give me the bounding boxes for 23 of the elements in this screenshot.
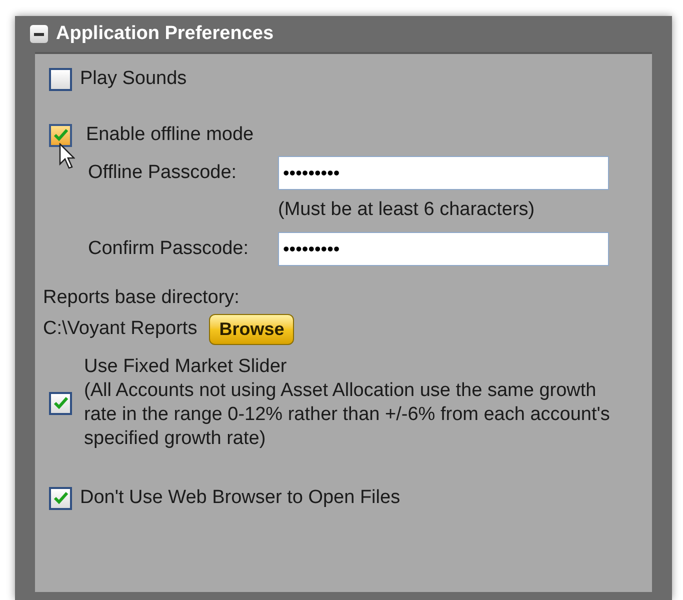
passcode-field[interactable]: •••••••••: [278, 232, 609, 266]
checkmark-icon: [52, 491, 68, 505]
passcode-field[interactable]: •••••••••: [278, 156, 609, 190]
checkmark-icon: [52, 396, 68, 410]
collapse-toggle-icon[interactable]: [30, 25, 48, 43]
browse-button[interactable]: Browse: [209, 314, 294, 345]
checkbox-label: Play Sounds: [80, 66, 187, 91]
checkmark-icon: [52, 128, 68, 142]
field-label: Offline Passcode:: [88, 160, 238, 185]
directory-path: C:\Voyant Reports: [43, 317, 198, 342]
mouse-cursor-icon: [59, 143, 75, 169]
description-text: (All Accounts not using Asset Allocation use the same growth rate in the range 0-12% rather than +/-6% from each account's specified growth rate): [84, 379, 611, 451]
field-label: Reports base directory:: [43, 286, 240, 310]
checkbox[interactable]: [49, 124, 72, 146]
checkbox[interactable]: [49, 486, 72, 510]
field-label: Confirm Passcode:: [88, 236, 250, 261]
checkbox-label: Don't Use Web Browser to Open Files: [80, 486, 400, 510]
hint-text: (Must be at least 6 characters): [278, 198, 536, 222]
checkbox[interactable]: [49, 68, 72, 90]
checkbox[interactable]: [49, 392, 72, 414]
checkbox-label: Enable offline mode: [86, 122, 254, 147]
panel-title: Application Preferences: [56, 22, 274, 46]
checkbox-label: Use Fixed Market Slider: [84, 355, 288, 379]
